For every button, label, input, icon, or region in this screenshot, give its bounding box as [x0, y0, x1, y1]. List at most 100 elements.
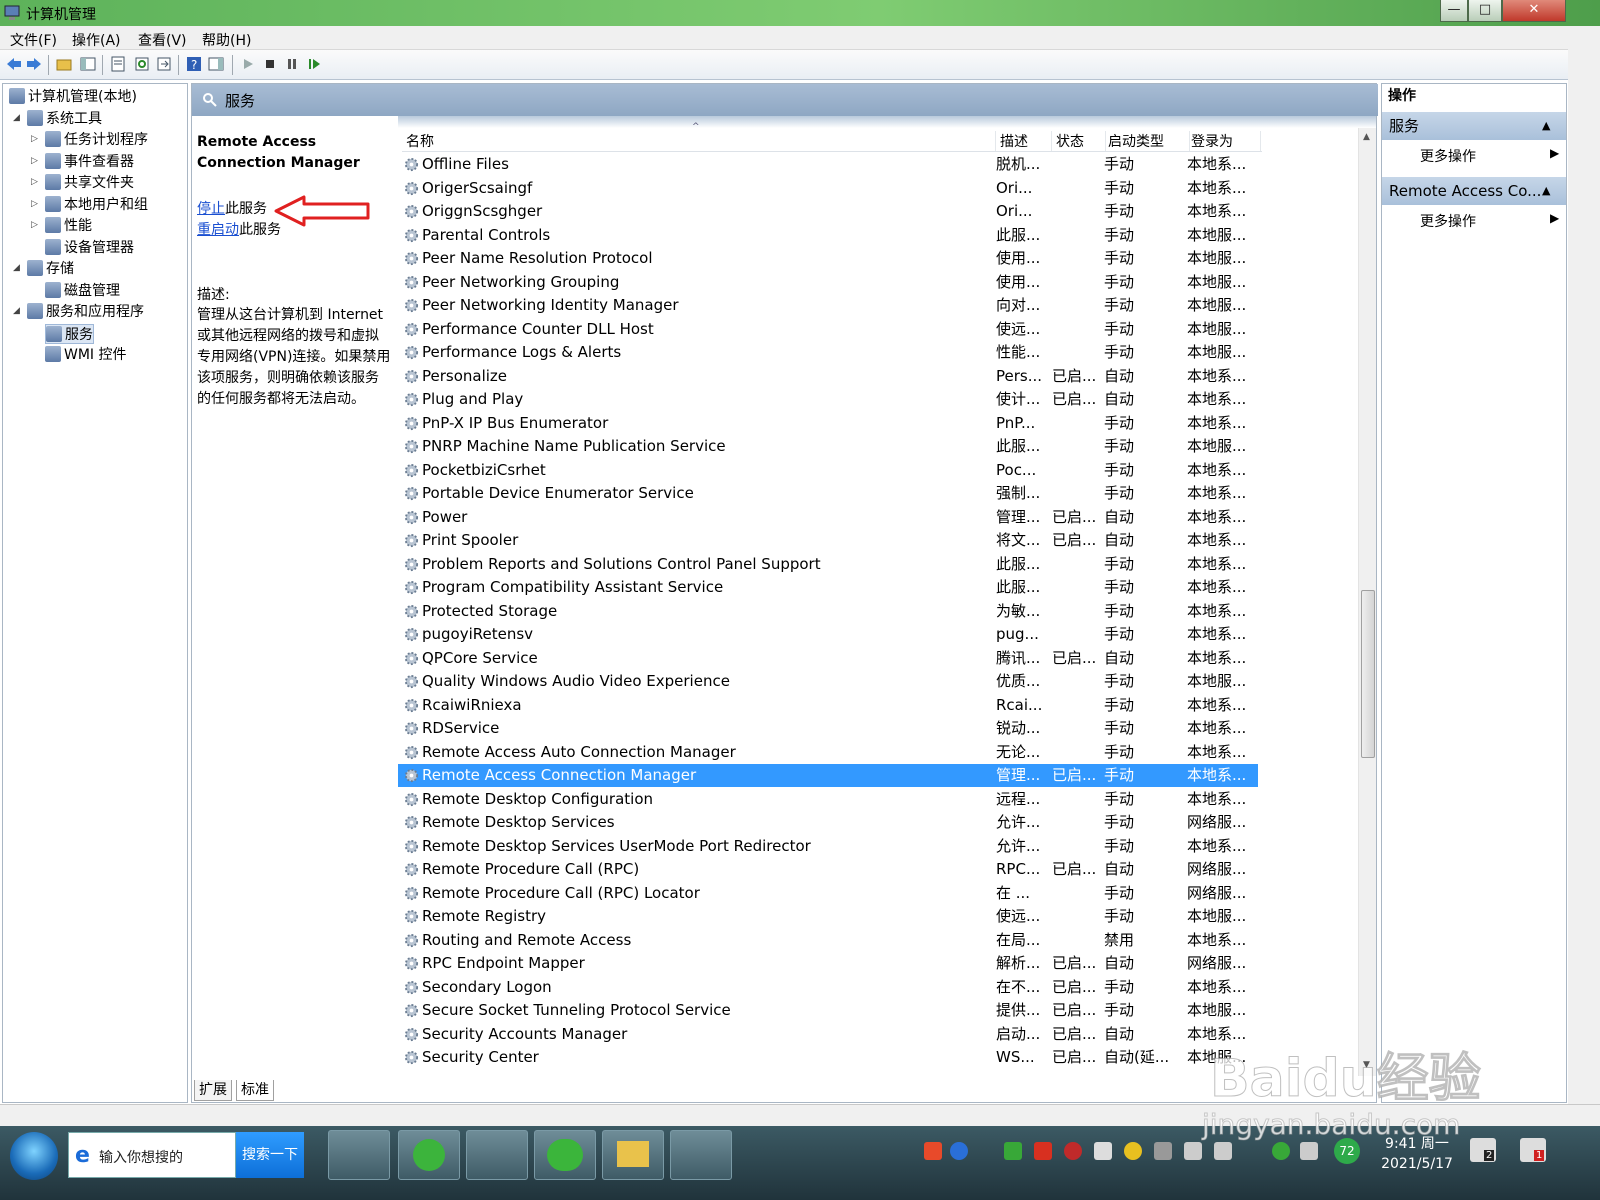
scrollbar-thumb[interactable] [1361, 590, 1375, 758]
tree-item[interactable]: 性能 [45, 216, 92, 236]
service-row[interactable]: Peer Networking Grouping 使用... 手动 本地服... [398, 271, 1258, 294]
tree-item[interactable]: 共享文件夹 [45, 173, 134, 193]
tree-item[interactable]: 系统工具 [27, 109, 102, 129]
service-row[interactable]: Power 管理... 已启... 自动 本地系... [398, 506, 1258, 529]
service-row[interactable]: pugoyiRetensv pug... 手动 本地系... [398, 623, 1258, 646]
service-row[interactable]: Remote Desktop Services 允许... 手动 网络服... [398, 811, 1258, 834]
tree-expander-icon[interactable]: ◢ [13, 113, 20, 123]
tab-extended[interactable]: 扩展 [194, 1080, 232, 1101]
taskbar-clock[interactable]: 9:41 周一 2021/5/17 [1372, 1134, 1462, 1174]
menu-help[interactable]: 帮助(H) [202, 30, 251, 50]
export-icon[interactable] [156, 56, 172, 72]
service-row[interactable]: RDService 锐动... 手动 本地系... [398, 717, 1258, 740]
network-icon[interactable] [1154, 1142, 1172, 1160]
tree-item[interactable]: 本地用户和组 [45, 195, 148, 215]
service-row[interactable]: Protected Storage 为敏... 手动 本地系... [398, 600, 1258, 623]
menu-action[interactable]: 操作(A) [72, 30, 121, 50]
more-actions-1[interactable]: 更多操作 [1420, 146, 1476, 166]
computer-management-app-icon[interactable] [466, 1130, 528, 1180]
service-row[interactable]: Remote Desktop Services UserMode Port Re… [398, 835, 1258, 858]
tree-expander-icon[interactable]: ◢ [13, 263, 20, 273]
tab-standard[interactable]: 标准 [236, 1080, 274, 1101]
speed-badge[interactable]: 72 [1334, 1138, 1360, 1164]
service-row[interactable]: PnP-X IP Bus Enumerator PnP... 手动 本地系... [398, 412, 1258, 435]
column-logon-as[interactable]: 登录为 [1191, 131, 1261, 151]
service-row[interactable]: Offline Files 脱机... 手动 本地系... [398, 153, 1258, 176]
tree-item[interactable]: 任务计划程序 [45, 130, 148, 150]
service-row[interactable]: Peer Networking Identity Manager 向对... 手动 本… [398, 294, 1258, 317]
green-tray-icon[interactable] [1272, 1142, 1290, 1160]
service-row[interactable]: Remote Procedure Call (RPC) Locator 在 ...… [398, 882, 1258, 905]
scroll-up-icon[interactable]: ▲ [1363, 132, 1370, 142]
wechat-app-icon[interactable] [534, 1130, 596, 1180]
refresh-icon[interactable] [134, 56, 150, 72]
service-row[interactable]: Program Compatibility Assistant Service 此… [398, 576, 1258, 599]
column-status[interactable]: 状态 [1056, 131, 1106, 151]
explorer-app-icon[interactable] [602, 1130, 664, 1180]
service-row[interactable]: Routing and Remote Access 在局... 禁用 本地系... [398, 929, 1258, 952]
restart-service-icon[interactable] [306, 56, 322, 72]
start-button[interactable] [10, 1132, 58, 1180]
tree-item[interactable]: 事件查看器 [45, 152, 134, 172]
show-hide-tree-icon[interactable] [80, 56, 96, 72]
restart-service-link[interactable]: 重启动 [197, 222, 239, 238]
stop-service-icon[interactable] [262, 56, 278, 72]
collapse-up-icon[interactable]: ▲ [1542, 112, 1550, 140]
service-row[interactable]: Security Center WS... 已启... 自动(延... 本地服... [398, 1046, 1258, 1069]
service-row[interactable]: OriggnScsghger Ori... 手动 本地系... [398, 200, 1258, 223]
message-icon[interactable]: 2 [1470, 1138, 1496, 1162]
security-icon[interactable] [1124, 1142, 1142, 1160]
service-row[interactable]: Performance Counter DLL Host 使远... 手动 本地服..… [398, 318, 1258, 341]
back-icon[interactable] [6, 56, 22, 72]
flag-icon[interactable] [1300, 1142, 1318, 1160]
tree-expander-icon[interactable]: ▷ [31, 156, 38, 166]
service-row[interactable]: Security Accounts Manager 启动... 已启... 自动 本地系… [398, 1023, 1258, 1046]
service-row[interactable]: Secondary Logon 在不... 已启... 手动 本地系... [398, 976, 1258, 999]
volume-muted-icon[interactable] [1184, 1142, 1202, 1160]
actions-section-selected-service[interactable]: Remote Access Co... ▲ [1382, 177, 1566, 205]
up-folder-icon[interactable] [56, 56, 72, 72]
pause-service-icon[interactable] [284, 56, 300, 72]
close-button[interactable]: ✕ [1502, 0, 1566, 22]
tree-expander-icon[interactable]: ▷ [31, 134, 38, 144]
service-row[interactable]: Problem Reports and Solutions Control Pa… [398, 553, 1258, 576]
tree-item[interactable]: 服务 [45, 323, 94, 344]
show-action-pane-icon[interactable] [208, 56, 224, 72]
service-row[interactable]: Parental Controls 此服... 手动 本地服... [398, 224, 1258, 247]
wps-icon[interactable] [1034, 1142, 1052, 1160]
vertical-scrollbar[interactable]: ▲ ▼ [1358, 128, 1376, 1076]
service-row[interactable]: Print Spooler 将文... 已启... 自动 本地系... [398, 529, 1258, 552]
service-row[interactable]: QPCore Service 腾讯... 已启... 自动 本地系... [398, 647, 1258, 670]
shield-icon[interactable] [1094, 1142, 1112, 1160]
forward-icon[interactable] [26, 56, 42, 72]
properties-icon[interactable] [110, 56, 126, 72]
service-row[interactable]: OrigerScsaingf Ori... 手动 本地系... [398, 177, 1258, 200]
taskbar-search-box[interactable]: e 输入你想搜的 [68, 1132, 236, 1178]
scroll-down-icon[interactable]: ▼ [1363, 1060, 1370, 1070]
service-row[interactable]: RcaiwiRniexa Rcai... 手动 本地系... [398, 694, 1258, 717]
start-service-icon[interactable] [240, 56, 256, 72]
tree-expander-icon[interactable]: ▷ [31, 177, 38, 187]
actions-section-services[interactable]: 服务 ▲ [1382, 112, 1566, 140]
battery-icon[interactable] [1004, 1142, 1022, 1160]
service-row[interactable]: PNRP Machine Name Publication Service 此服.… [398, 435, 1258, 458]
notepad-app-icon[interactable] [670, 1130, 732, 1180]
tree-item[interactable]: WMI 控件 [45, 345, 127, 365]
tree-expander-icon[interactable]: ▷ [31, 220, 38, 230]
maximize-button[interactable]: □ [1468, 0, 1502, 22]
column-description[interactable]: 描述 [1000, 131, 1052, 151]
service-row[interactable]: Secure Socket Tunneling Protocol Service… [398, 999, 1258, 1022]
minimize-button[interactable]: — [1440, 0, 1468, 22]
service-row[interactable]: Performance Logs & Alerts 性能... 手动 本地服... [398, 341, 1258, 364]
service-row[interactable]: Personalize Pers... 已启... 自动 本地系... [398, 365, 1258, 388]
tree-expander-icon[interactable]: ◢ [13, 306, 20, 316]
tree-item[interactable]: 计算机管理(本地) [9, 87, 137, 107]
service-row[interactable]: RPC Endpoint Mapper 解析... 已启... 自动 网络服... [398, 952, 1258, 975]
tree-item[interactable]: 存储 [27, 259, 74, 279]
tree-expander-icon[interactable]: ▷ [31, 199, 38, 209]
tree-item[interactable]: 设备管理器 [45, 238, 134, 258]
service-row[interactable]: Remote Registry 使远... 手动 本地服... [398, 905, 1258, 928]
service-row[interactable]: Remote Procedure Call (RPC) RPC... 已启... 自动… [398, 858, 1258, 881]
help-tray-icon[interactable] [950, 1142, 968, 1160]
menu-file[interactable]: 文件(F) [10, 30, 57, 50]
